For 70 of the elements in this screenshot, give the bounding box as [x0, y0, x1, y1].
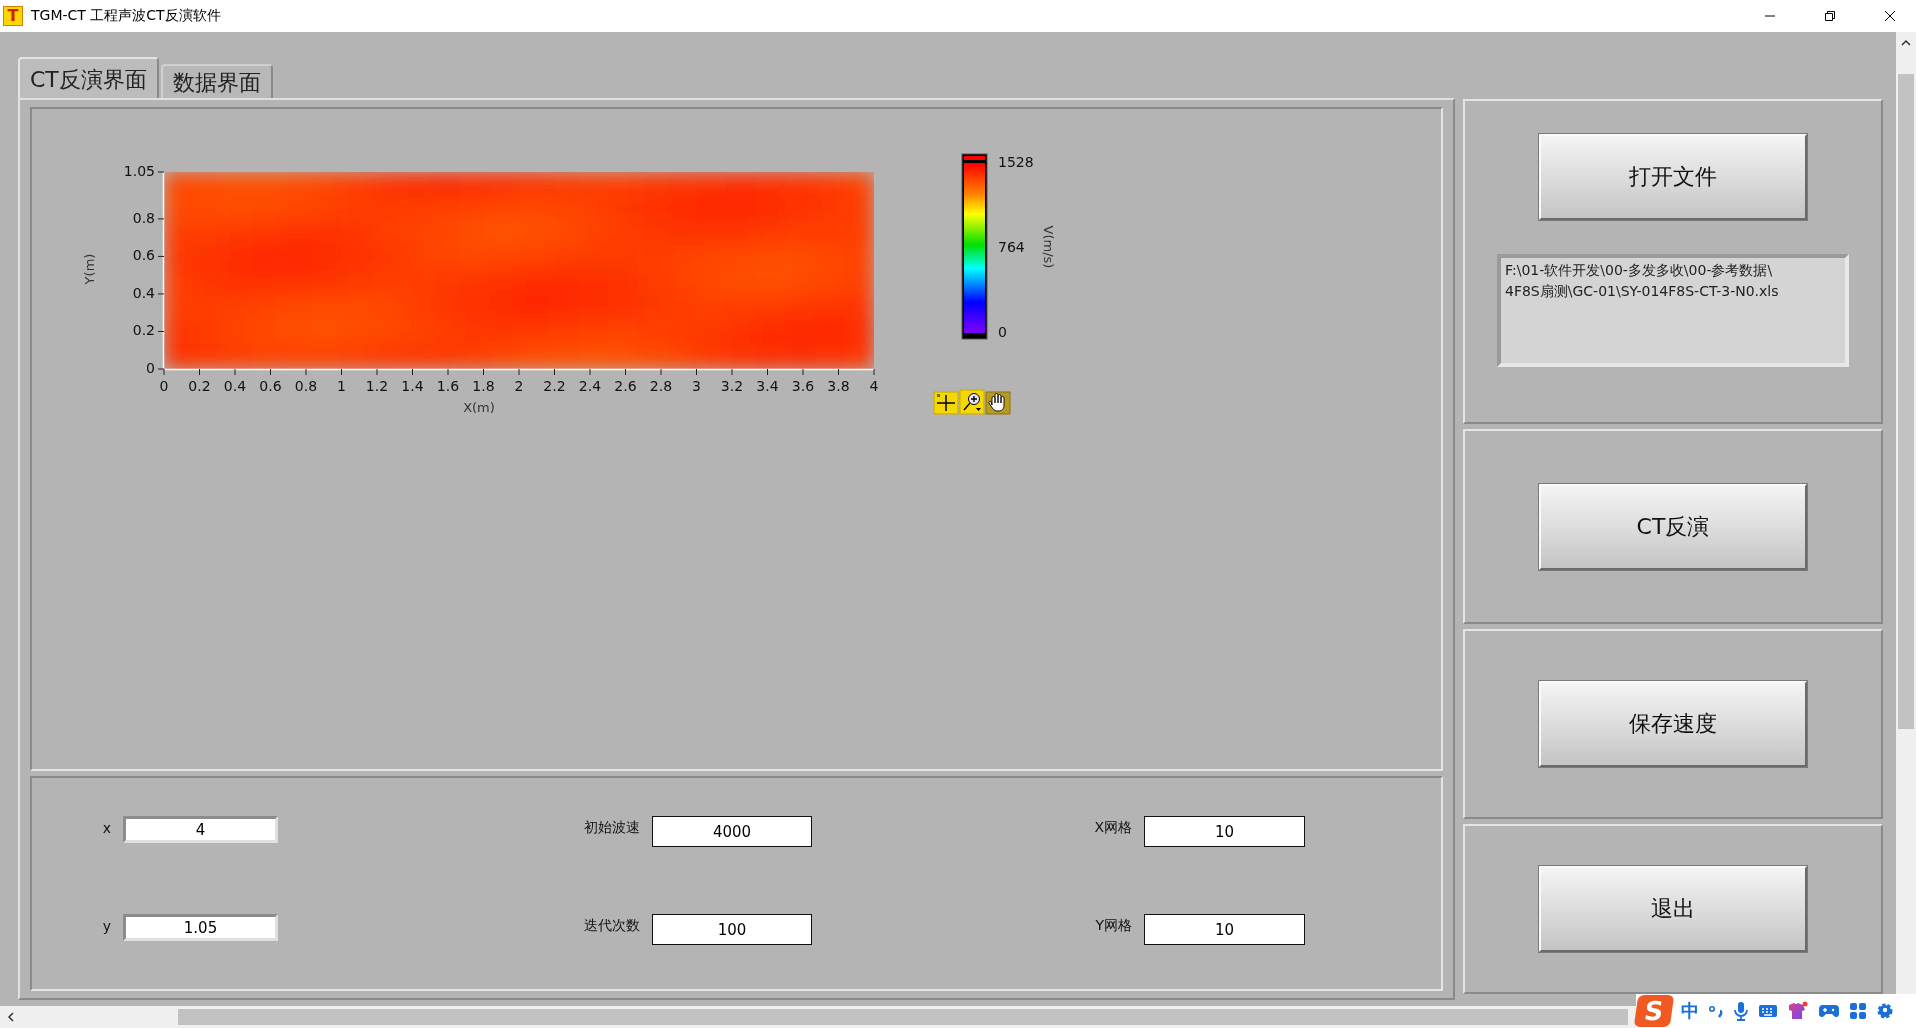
tab[interactable]: CT反演界面 [18, 57, 159, 98]
colorbar-label: 0 [998, 324, 1007, 340]
tick-label: 3.6 [791, 378, 815, 394]
tick-label: 3.8 [827, 378, 850, 394]
tick-label: 0.6 [132, 247, 155, 264]
tick-label: 0.8 [294, 378, 318, 394]
tick-label: 0 [146, 360, 155, 376]
app-icon: T [3, 6, 23, 26]
input-field[interactable]: 4 [123, 816, 278, 844]
axis-label: V(m/s) [1041, 225, 1056, 269]
field-label: Y网格 [1094, 917, 1133, 936]
tick-label: 2.6 [614, 378, 637, 394]
tick-label: 2.8 [649, 378, 673, 394]
restore-icon[interactable] [1824, 10, 1836, 22]
field-label: x [101, 820, 112, 837]
input-field[interactable]: 10 [1144, 816, 1305, 848]
zoom-icon[interactable] [959, 389, 985, 415]
input-field[interactable]: 4000 [652, 816, 812, 848]
tick-label: 1.4 [401, 378, 424, 394]
scroll-left-icon[interactable] [6, 1011, 16, 1023]
keyboard-icon[interactable] [1758, 1003, 1778, 1019]
tick-label: 2.2 [543, 378, 566, 394]
axis-label: X(m) [463, 400, 495, 415]
scrollbar-thumb[interactable] [1898, 74, 1914, 729]
tick-label: 1.6 [436, 378, 460, 394]
hand-icon[interactable] [985, 391, 1011, 415]
file-path-field[interactable]: F:\01-软件开发\00-多发多收\00-参考数据\ 4F8S扇测\GC-01\SY-014F8S-CT-3-N0.xls [1497, 254, 1849, 367]
tick-label: 3.2 [720, 378, 744, 394]
tick-label: 0.2 [188, 378, 211, 394]
tick-label: 1.2 [365, 378, 389, 394]
field-label: X网格 [1093, 819, 1133, 838]
tick-label: 4 [869, 378, 879, 394]
microphone-icon[interactable] [1733, 1001, 1749, 1021]
tick-label: 0 [159, 378, 169, 394]
gamepad-icon[interactable] [1818, 1002, 1840, 1020]
field-label: 初始波速 [583, 819, 641, 838]
field-label: 迭代次数 [583, 917, 641, 936]
save-velocity-button[interactable]: 保存速度 [1539, 681, 1807, 767]
tick-label: 0.4 [223, 378, 247, 394]
input-field[interactable]: 100 [652, 914, 812, 946]
tick-label: 3 [692, 378, 701, 394]
tick-label: 2.4 [578, 378, 602, 394]
tick-label: 3.4 [756, 378, 779, 394]
tick-label: 1.8 [472, 378, 495, 394]
settings-icon[interactable] [1876, 1002, 1894, 1020]
ct-inversion-button[interactable]: CT反演 [1539, 483, 1807, 570]
tick-label: 0.2 [132, 322, 155, 339]
tick-label: 1.05 [123, 163, 155, 179]
tick-label: 2 [514, 378, 524, 394]
exit-button[interactable]: 退出 [1539, 866, 1807, 952]
field-label: y [101, 918, 112, 935]
colorbar-label: 764 [998, 239, 1025, 255]
input-field[interactable]: 1.05 [123, 914, 278, 942]
scrollbar-thumb[interactable] [178, 1009, 1628, 1025]
tick-label: 0.4 [132, 284, 155, 301]
axis-label: Y(m) [82, 253, 97, 285]
crosshair-icon[interactable] [933, 391, 959, 415]
window-title: TGM-CT 工程声波CT反演软件 [31, 7, 221, 25]
tick-label: 0.8 [132, 209, 155, 226]
colorbar-label: 1528 [998, 154, 1034, 170]
scroll-up-icon[interactable] [1900, 38, 1912, 48]
ime-mode[interactable]: 中 [1681, 999, 1699, 1023]
tab[interactable]: 数据界面 [160, 64, 273, 98]
input-field[interactable]: 10 [1144, 914, 1305, 946]
open-file-button[interactable]: 打开文件 [1539, 134, 1807, 220]
close-icon[interactable] [1884, 10, 1896, 22]
grid-icon[interactable] [1849, 1002, 1867, 1020]
tick-label: 1 [337, 378, 346, 394]
tick-label: 0.6 [259, 378, 282, 394]
shirt-icon[interactable] [1787, 1001, 1809, 1021]
